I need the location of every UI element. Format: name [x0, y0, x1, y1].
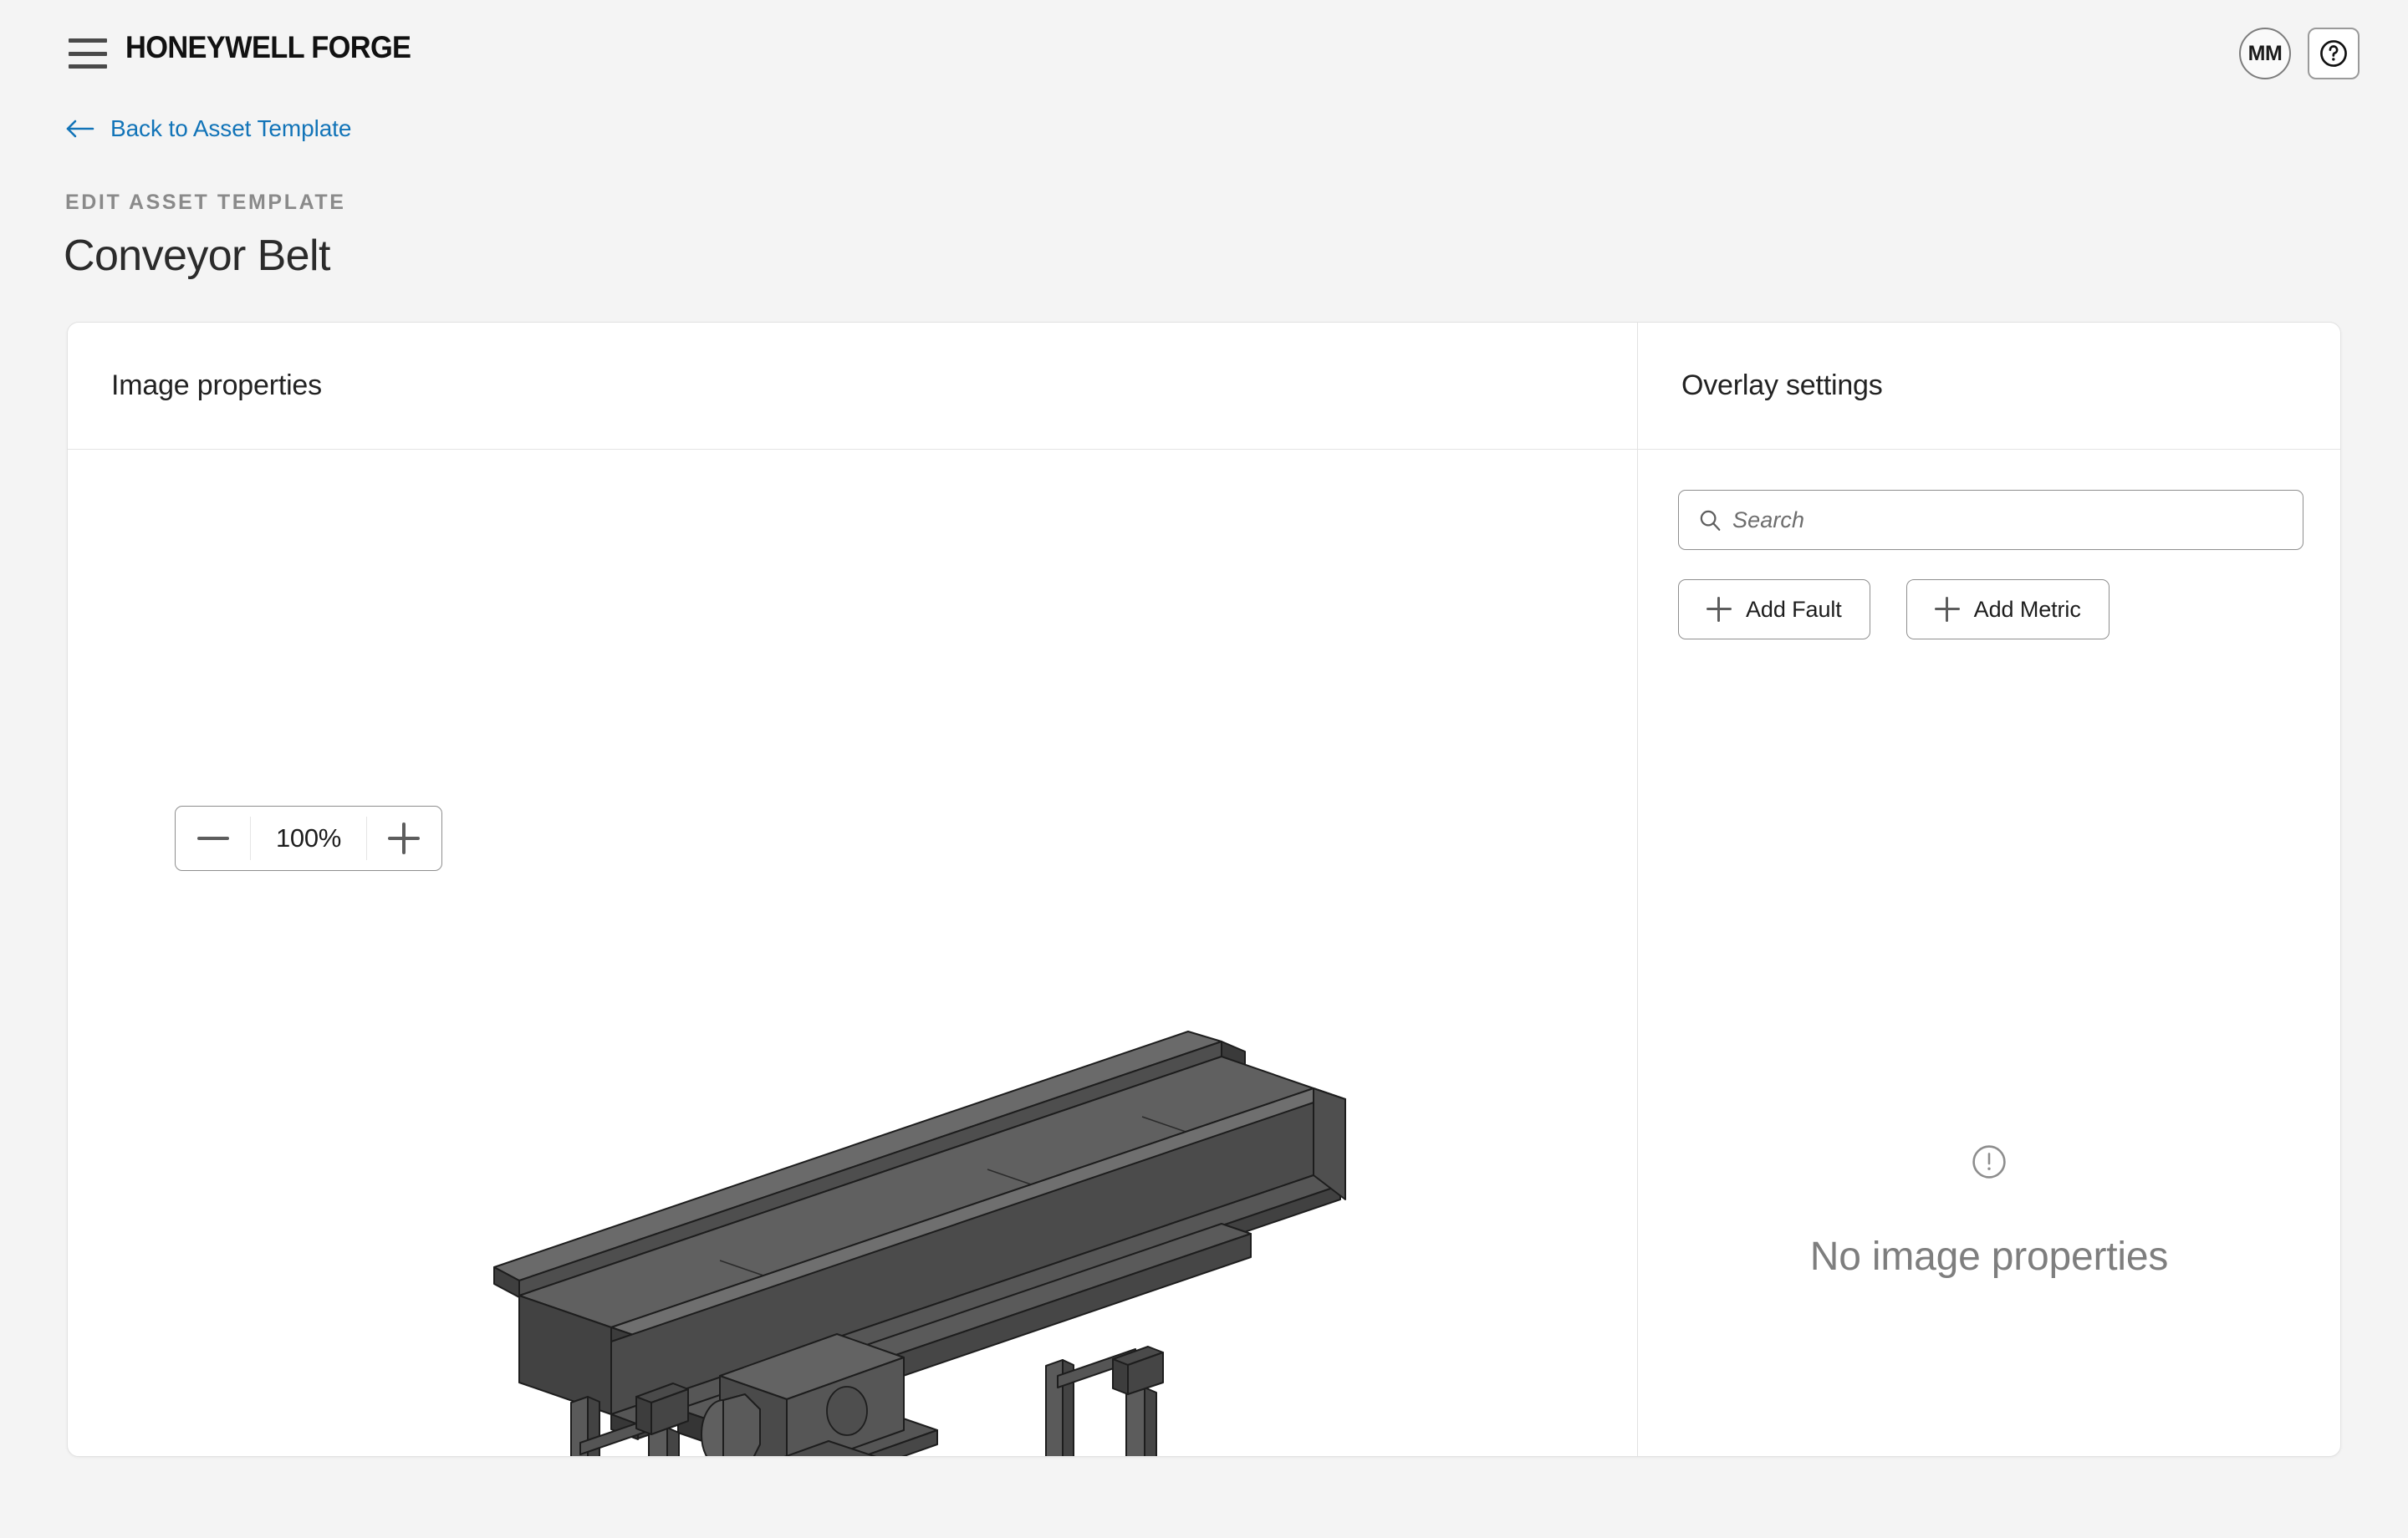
overlay-settings-title: Overlay settings: [1681, 369, 1883, 401]
arrow-left-icon: [66, 120, 94, 138]
hamburger-menu-icon[interactable]: [69, 38, 107, 69]
brand-logo[interactable]: HONEYWELL FORGE: [125, 30, 411, 65]
help-button[interactable]: [2308, 28, 2360, 79]
zoom-in-button[interactable]: [366, 807, 441, 870]
empty-state-message: No image properties: [1809, 1235, 2169, 1279]
overlay-settings-pane: Overlay settings Search Add Fault Add Me…: [1637, 323, 2340, 1456]
hamburger-line: [69, 64, 107, 69]
search-field-wrapper: Search: [1678, 490, 2303, 550]
overlay-settings-header: Overlay settings: [1638, 323, 2340, 450]
empty-state: No image properties: [1638, 1142, 2340, 1280]
plus-icon: [1707, 597, 1732, 622]
page-eyebrow: EDIT ASSET TEMPLATE: [65, 191, 346, 214]
minus-icon: [197, 837, 229, 840]
overlay-action-buttons: Add Fault Add Metric: [1678, 579, 2110, 639]
back-to-asset-template-link[interactable]: Back to Asset Template: [65, 115, 351, 142]
exclamation-circle-icon: [1972, 1145, 2006, 1179]
avatar[interactable]: MM: [2239, 28, 2291, 79]
image-properties-title: Image properties: [111, 369, 322, 401]
add-fault-label: Add Fault: [1746, 596, 1842, 622]
image-properties-header: Image properties: [68, 323, 1637, 450]
search-icon: [1700, 510, 1721, 531]
add-metric-label: Add Metric: [1973, 596, 2081, 622]
question-circle-icon: [2320, 40, 2347, 67]
app-header: HONEYWELL FORGE MM: [0, 0, 2408, 107]
editor-card: Image properties 100% Overlay settings S…: [67, 322, 2341, 1457]
zoom-out-button[interactable]: [176, 807, 251, 870]
add-fault-button[interactable]: Add Fault: [1678, 579, 1870, 639]
zoom-level-value: 100%: [275, 823, 342, 853]
plus-icon: [388, 822, 420, 854]
page-title: Conveyor Belt: [64, 232, 330, 280]
avatar-initials: MM: [2247, 41, 2283, 65]
hamburger-line: [69, 38, 107, 43]
zoom-control: 100%: [175, 806, 442, 871]
plus-icon: [1934, 597, 1960, 622]
hamburger-line: [69, 51, 107, 56]
search-input[interactable]: Search: [1678, 490, 2303, 550]
search-placeholder: Search: [1732, 507, 1805, 532]
image-properties-pane: Image properties 100%: [68, 323, 1637, 1456]
conveyor-belt-illustration[interactable]: [469, 1016, 1372, 1456]
add-metric-button[interactable]: Add Metric: [1905, 579, 2110, 639]
back-link-label: Back to Asset Template: [110, 115, 352, 141]
